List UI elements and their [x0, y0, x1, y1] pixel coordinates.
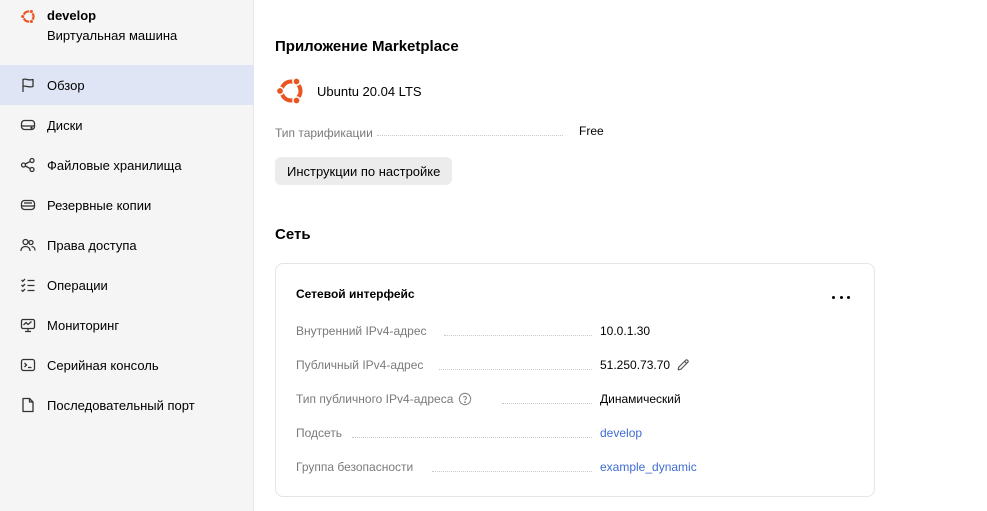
product-name: Ubuntu 20.04 LTS: [317, 83, 422, 99]
card-title: Сетевой интерфейс: [296, 287, 415, 301]
sidebar: develop Виртуальная машина Обзор Диски Ф…: [0, 0, 254, 511]
property-public-ipv4: Публичный IPv4-адрес 51.250.73.70: [296, 358, 856, 374]
property-public-ipv4-type: Тип публичного IPv4-адреса Динамический: [296, 392, 856, 408]
sidebar-item-label: Файловые хранилища: [47, 157, 182, 173]
property-label: Тип публичного IPv4-адреса: [296, 392, 472, 406]
ubuntu-logo-icon: [275, 77, 303, 105]
sidebar-item-operations[interactable]: Операции: [0, 265, 254, 305]
sidebar-item-label: Резервные копии: [47, 197, 152, 213]
property-label: Группа безопасности: [296, 460, 414, 474]
monitor-icon: [20, 318, 36, 333]
internal-ipv4-value: 10.0.1.30: [600, 324, 651, 338]
dot-icon: [839, 295, 843, 299]
terminal-icon: [20, 358, 36, 372]
vm-name: develop: [47, 8, 97, 23]
network-interface-card: Сетевой интерфейс Внутренний IPv4-адрес …: [275, 263, 875, 497]
sidebar-item-label: Мониторинг: [47, 317, 120, 333]
sidebar-item-label: Серийная консоль: [47, 357, 159, 373]
property-label: Подсеть: [296, 426, 343, 440]
dotted-leader: [439, 369, 592, 370]
sidebar-item-label: Последовательный порт: [47, 397, 195, 413]
backup-disk-icon: [20, 199, 36, 211]
dotted-leader: [352, 437, 592, 438]
vm-type: Виртуальная машина: [47, 28, 178, 43]
property-internal-ipv4: Внутренний IPv4-адрес 10.0.1.30: [296, 324, 856, 340]
public-ipv4-type-value: Динамический: [600, 392, 681, 406]
property-value: Динамический: [600, 392, 681, 406]
sidebar-item-label: Диски: [47, 117, 83, 133]
sidebar-item-overview[interactable]: Обзор: [0, 65, 254, 105]
public-ipv4-type-label: Тип публичного IPv4-адреса: [296, 392, 454, 406]
dot-icon: [832, 295, 835, 299]
sidebar-item-monitoring[interactable]: Мониторинг: [0, 305, 254, 345]
property-value: 10.0.1.30: [600, 324, 650, 338]
flag-icon: [22, 78, 34, 92]
property-label: Публичный IPv4-адрес: [296, 358, 424, 372]
help-icon[interactable]: [458, 392, 472, 406]
sidebar-item-file-storages[interactable]: Файловые хранилища: [0, 145, 254, 185]
public-ipv4-value: 51.250.73.70: [600, 358, 671, 372]
users-icon: [20, 238, 36, 252]
share-nodes-icon: [20, 157, 35, 173]
ubuntu-logo-icon: [20, 9, 35, 24]
dotted-leader: [444, 335, 592, 336]
sidebar-item-disks[interactable]: Диски: [0, 105, 254, 145]
tariff-label: Тип тарификации: [275, 126, 373, 140]
property-subnet: Подсеть develop: [296, 426, 856, 442]
sidebar-item-backups[interactable]: Резервные копии: [0, 185, 254, 225]
marketplace-heading: Приложение Marketplace: [275, 38, 459, 55]
document-icon: [22, 397, 34, 413]
sidebar-item-serial-console[interactable]: Серийная консоль: [0, 345, 254, 385]
dotted-leader: [502, 403, 592, 404]
sidebar-item-label: Обзор: [47, 77, 85, 93]
checklist-icon: [21, 278, 35, 293]
tariff-row: Тип тарификации Free: [275, 124, 615, 140]
dot-icon: [847, 295, 850, 299]
sidebar-item-label: Операции: [47, 277, 108, 293]
more-actions-button[interactable]: [832, 290, 850, 304]
sidebar-item-serial-port[interactable]: Последовательный порт: [0, 385, 254, 425]
dotted-leader: [432, 471, 592, 472]
property-value: develop: [600, 426, 642, 440]
sidebar-nav: Обзор Диски Файловые хранилища Резервные…: [0, 65, 254, 425]
pencil-icon[interactable]: [676, 358, 690, 372]
sidebar-item-label: Права доступа: [47, 237, 137, 253]
main-content: Приложение Marketplace Ubuntu 20.04 LTS …: [255, 0, 987, 511]
property-value: example_dynamic: [600, 460, 697, 474]
network-heading: Сеть: [275, 226, 311, 243]
disk-icon: [20, 119, 36, 131]
tariff-value: Free: [579, 124, 604, 138]
subnet-link[interactable]: develop: [600, 426, 642, 440]
dotted-leader: [376, 135, 563, 136]
security-group-link[interactable]: example_dynamic: [600, 460, 697, 474]
property-label: Внутренний IPv4-адрес: [296, 324, 427, 338]
property-value: 51.250.73.70: [600, 358, 690, 372]
setup-instructions-button[interactable]: Инструкции по настройке: [275, 157, 453, 185]
sidebar-item-access[interactable]: Права доступа: [0, 225, 254, 265]
marketplace-product: Ubuntu 20.04 LTS: [275, 75, 422, 107]
property-security-group: Группа безопасности example_dynamic: [296, 460, 856, 476]
